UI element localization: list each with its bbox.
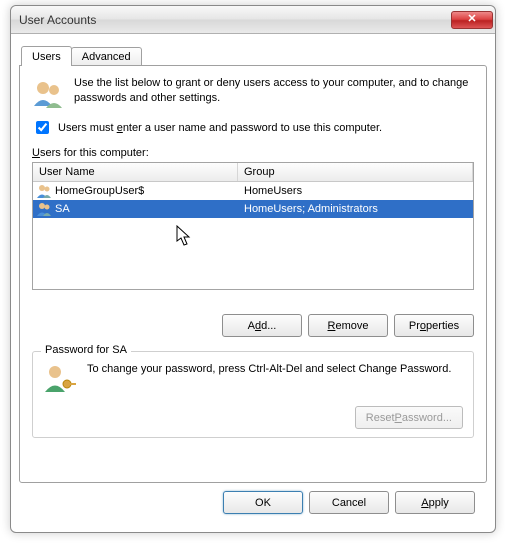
table-row[interactable]: HomeGroupUser$ HomeUsers <box>33 182 473 200</box>
close-icon: ✕ <box>467 14 476 25</box>
password-legend: Password for SA <box>41 344 131 356</box>
tab-strip: Users Advanced <box>21 46 487 65</box>
cell-group: HomeUsers <box>238 185 473 197</box>
table-row[interactable]: SA HomeUsers; Administrators <box>33 200 473 218</box>
cell-username: HomeGroupUser$ <box>55 185 144 197</box>
tab-users[interactable]: Users <box>21 46 72 66</box>
reset-password-button: Reset Password... <box>355 406 463 429</box>
col-username[interactable]: User Name <box>33 163 238 181</box>
apply-button[interactable]: Apply <box>395 491 475 514</box>
password-fieldset: Password for SA To change your password,… <box>32 351 474 438</box>
dialog-buttons: OK Cancel Apply <box>223 491 475 514</box>
col-group[interactable]: Group <box>238 163 473 181</box>
user-icon <box>36 183 52 199</box>
add-button[interactable]: Add... <box>222 314 302 337</box>
user-icon <box>36 201 52 217</box>
window-title: User Accounts <box>19 13 451 27</box>
client-area: Users Advanced Use the list below to gra… <box>19 42 487 524</box>
require-login-label[interactable]: Users must enter a user name and passwor… <box>58 122 382 134</box>
remove-button[interactable]: Remove <box>308 314 388 337</box>
user-buttons-row: Add... Remove Properties <box>32 314 474 337</box>
listview-header: User Name Group <box>33 163 473 182</box>
close-button[interactable]: ✕ <box>451 11 493 29</box>
tabpanel-users: Use the list below to grant or deny user… <box>19 65 487 483</box>
cancel-button[interactable]: Cancel <box>309 491 389 514</box>
users-icon <box>32 76 66 110</box>
properties-button[interactable]: Properties <box>394 314 474 337</box>
cell-username: SA <box>55 203 70 215</box>
intro-text: Use the list below to grant or deny user… <box>74 76 474 110</box>
require-login-row: Users must enter a user name and passwor… <box>32 118 474 137</box>
require-login-checkbox[interactable] <box>36 121 49 134</box>
tab-advanced[interactable]: Advanced <box>71 47 142 66</box>
user-listview[interactable]: User Name Group HomeGroupUser$ HomeUsers… <box>32 162 474 290</box>
cell-group: HomeUsers; Administrators <box>238 203 473 215</box>
password-text: To change your password, press Ctrl-Alt-… <box>87 362 463 377</box>
user-accounts-window: User Accounts ✕ Users Advanced Use the l… <box>10 5 496 533</box>
user-list-label: Users for this computer: <box>32 147 474 159</box>
ok-button[interactable]: OK <box>223 491 303 514</box>
titlebar[interactable]: User Accounts ✕ <box>11 6 495 34</box>
user-key-icon <box>43 362 77 396</box>
intro-row: Use the list below to grant or deny user… <box>32 76 474 110</box>
